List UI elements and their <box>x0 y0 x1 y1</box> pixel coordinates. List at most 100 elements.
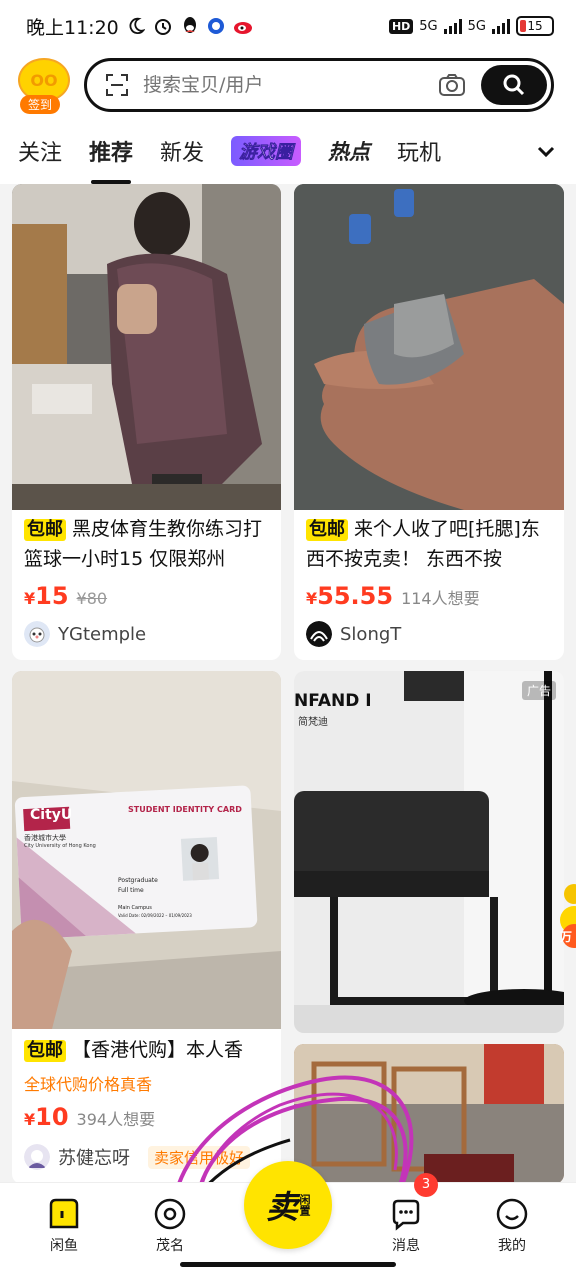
scan-icon[interactable] <box>105 73 129 97</box>
card-valid: Valid Date: 02/09/2022 – 01/09/2023 <box>118 913 192 918</box>
tab-phone[interactable]: 玩机 <box>397 135 441 167</box>
card-school-cn: 香港城市大學 <box>24 834 66 842</box>
home-indicator[interactable] <box>180 1262 396 1267</box>
weibo-icon <box>233 22 252 34</box>
status-bar: 晚上11:20 HD 5G 5G 15 <box>0 0 576 52</box>
checkin-logo[interactable]: OO 签到 <box>18 58 72 114</box>
product-card[interactable] <box>294 1044 564 1184</box>
id-card-graphic <box>12 671 281 1029</box>
status-icons <box>127 16 255 36</box>
seller-row[interactable]: YGtemple <box>24 621 146 647</box>
product-photo <box>12 184 281 510</box>
tab-follow[interactable]: 关注 <box>18 135 62 167</box>
ad-label: 广告 <box>521 681 556 700</box>
nav-me[interactable]: 我的 <box>472 1197 552 1255</box>
product-title: 包邮 来个人收了吧[托腮]东西不按克卖！ 东西不按 <box>306 518 540 570</box>
nav-maoming[interactable]: 茂名 <box>130 1197 210 1255</box>
camera-icon[interactable] <box>437 70 467 100</box>
chevron-down-icon[interactable] <box>534 139 558 163</box>
nav-messages-label: 消息 <box>392 1238 420 1254</box>
qq-icon <box>183 17 196 33</box>
nav-messages[interactable]: 消息 <box>366 1197 446 1255</box>
card-school-en: City University of Hong Kong <box>24 843 96 849</box>
ad-photo <box>294 671 564 1033</box>
search-input[interactable] <box>143 74 437 96</box>
alarm-icon <box>154 19 171 35</box>
tab-hot[interactable]: 热点 <box>328 136 370 166</box>
sell-sub-label: 闲置 <box>298 1194 311 1216</box>
product-photo <box>294 1044 564 1184</box>
seller-name: SlongT <box>340 623 402 645</box>
price-row: ¥10 394人想要 <box>24 1103 155 1131</box>
ad-card[interactable]: 广告 NFAND I 简梵迪 <box>294 671 564 1033</box>
ad-brand-sub: 简梵迪 <box>298 717 328 728</box>
card-level: Postgraduate <box>118 877 158 884</box>
category-tabs: 关注 推荐 新发 游戏圈 热点 玩机 <box>0 118 576 184</box>
search-icon <box>503 74 525 96</box>
price: ¥15 <box>24 582 69 610</box>
seller-name: YGtemple <box>58 623 147 645</box>
product-card[interactable]: 包邮 来个人收了吧[托腮]东西不按克卖！ 东西不按 ¥55.55 114人想要 S… <box>294 184 564 660</box>
floating-activity[interactable]: 万 <box>556 880 576 950</box>
checkin-label: 签到 <box>20 95 61 114</box>
avatar <box>24 621 50 647</box>
product-card[interactable]: CityU 香港城市大學 City University of Hong Kon… <box>12 671 281 1184</box>
battery-icon: 15 <box>516 16 554 36</box>
tab-new[interactable]: 新发 <box>160 135 204 167</box>
card-title: STUDENT IDENTITY CARD <box>128 805 242 814</box>
tab-game-circle[interactable]: 游戏圈 <box>231 136 302 166</box>
free-shipping-tag: 包邮 <box>24 1040 66 1062</box>
avatar <box>24 1144 50 1170</box>
moon-icon <box>129 17 145 35</box>
app-circle-icon <box>207 18 224 34</box>
sell-label: 卖 <box>265 1188 298 1226</box>
product-feed: 包邮 黑皮体育生教你练习打篮球一小时15 仅限郑州 ¥15 ¥80 YGtempl… <box>12 184 564 1184</box>
product-photo: CityU 香港城市大學 City University of Hong Kon… <box>12 671 281 1029</box>
price: ¥55.55 <box>306 582 394 610</box>
product-photo <box>294 184 564 510</box>
ad-brand: NFAND I <box>294 691 372 711</box>
price-row: ¥55.55 114人想要 <box>306 582 480 610</box>
tab-recommend[interactable]: 推荐 <box>89 135 133 184</box>
wants-count: 394人想要 <box>76 1110 156 1129</box>
nav-home-label: 闲鱼 <box>50 1238 78 1254</box>
price-row: ¥15 ¥80 <box>24 582 107 610</box>
floating-label: 万 <box>560 930 573 944</box>
nav-home[interactable]: 闲鱼 <box>24 1197 104 1255</box>
product-title: 包邮 【香港代购】本人香 <box>24 1035 271 1065</box>
price: ¥10 <box>24 1103 69 1131</box>
network-1: 5G <box>419 18 438 34</box>
messages-badge: 3 <box>414 1173 438 1197</box>
sell-button[interactable]: 卖 闲置 <box>244 1161 332 1249</box>
search-row: OO 签到 <box>0 52 576 118</box>
seller-credit-tag: 卖家信用极好 <box>148 1145 251 1169</box>
card-mode: Full time <box>118 887 144 894</box>
product-card[interactable]: 包邮 黑皮体育生教你练习打篮球一小时15 仅限郑州 ¥15 ¥80 YGtempl… <box>12 184 281 660</box>
clock: 晚上11:20 <box>26 16 119 39</box>
search-box[interactable] <box>84 58 554 112</box>
chat-bubble-icon <box>392 1199 420 1231</box>
card-brand: CityU <box>30 807 73 823</box>
free-shipping-tag: 包邮 <box>306 519 348 541</box>
xianyu-home-icon <box>49 1198 79 1229</box>
nav-maoming-label: 茂名 <box>156 1238 184 1254</box>
seller-row[interactable]: 苏健忘呀 卖家信用极好 <box>24 1144 251 1170</box>
hd-badge: HD <box>388 18 414 34</box>
app-root: 晚上11:20 HD 5G 5G 15 OO 签到 搜索宝贝/用户 关注 推荐 … <box>0 0 576 1280</box>
status-right: HD 5G 5G 15 <box>388 16 554 36</box>
nav-me-label: 我的 <box>498 1238 526 1254</box>
signal-icon-2 <box>492 18 510 34</box>
free-shipping-tag: 包邮 <box>24 519 66 541</box>
avatar <box>306 621 332 647</box>
location-circle-icon <box>154 1198 186 1230</box>
smile-face-icon <box>496 1198 528 1230</box>
signal-icon <box>443 18 462 34</box>
wants-count: 114人想要 <box>401 589 480 608</box>
search-button[interactable] <box>481 65 547 105</box>
seller-row[interactable]: SlongT <box>306 621 401 647</box>
network-2: 5G <box>467 18 486 34</box>
original-price: ¥80 <box>76 589 108 608</box>
promo-text: 全球代购价格真香 <box>24 1075 153 1094</box>
seller-name: 苏健忘呀 <box>58 1148 130 1169</box>
card-campus: Main Campus <box>118 905 152 911</box>
